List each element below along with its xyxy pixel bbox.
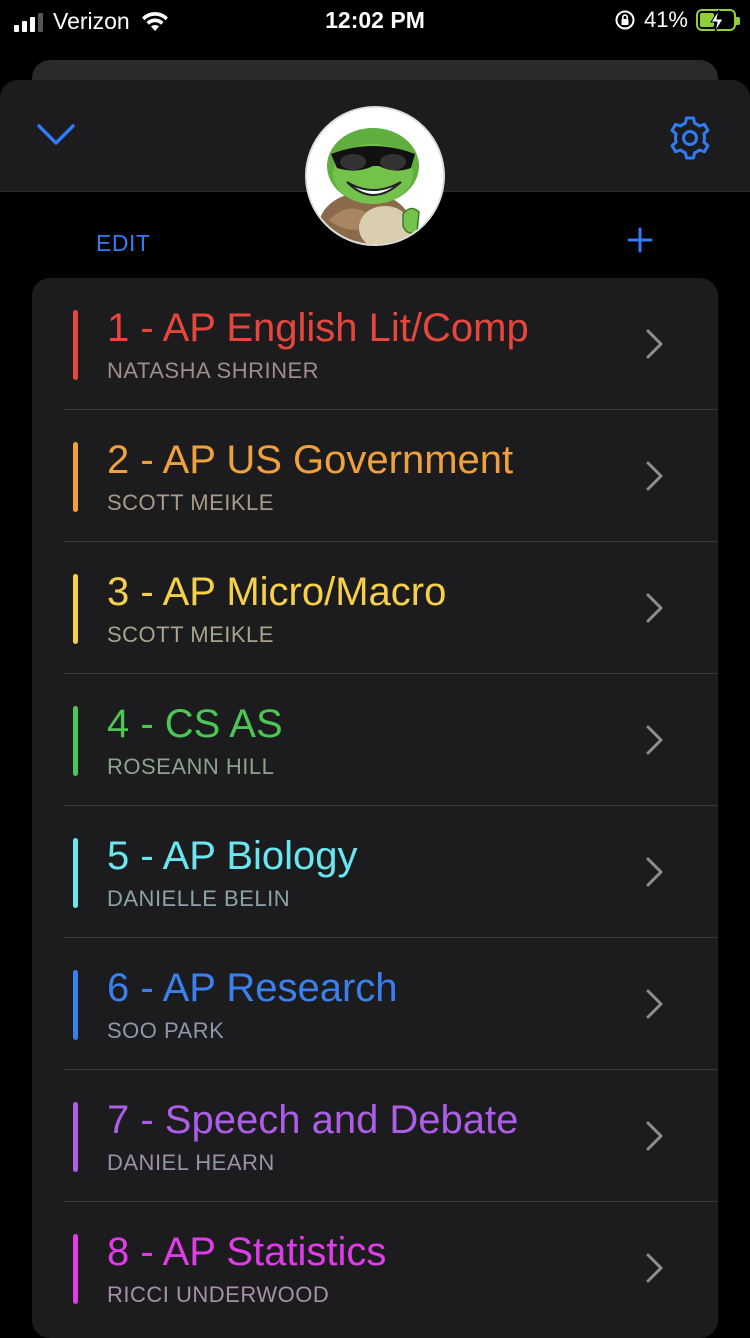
class-title: 3 - AP Micro/Macro: [107, 570, 447, 614]
class-title: 1 - AP English Lit/Comp: [107, 306, 529, 350]
chevron-right-icon: [646, 725, 663, 755]
class-teacher: SOO PARK: [107, 1018, 225, 1043]
class-title: 6 - AP Research: [107, 966, 398, 1010]
status-bar: Verizon 12:02 PM 41%: [0, 0, 750, 42]
chevron-right-icon: [646, 1253, 663, 1283]
class-teacher: NATASHA SHRINER: [107, 358, 320, 383]
status-right: 41%: [614, 7, 740, 33]
turtle-mascot-icon: [307, 108, 443, 244]
chevron-right-icon: [646, 461, 663, 491]
class-title: 8 - AP Statistics: [107, 1230, 387, 1274]
class-row[interactable]: 4 - CS AS ROSEANN HILL: [32, 674, 718, 806]
class-title: 2 - AP US Government: [107, 438, 514, 482]
class-color-bar: [73, 1102, 78, 1172]
class-color-bar: [73, 706, 78, 776]
chevron-right-icon: [646, 329, 663, 359]
gear-icon[interactable]: [666, 114, 714, 162]
class-color-bar: [73, 574, 78, 644]
class-title: 5 - AP Biology: [107, 834, 358, 878]
class-list: 1 - AP English Lit/Comp NATASHA SHRINER 2 …: [32, 278, 718, 1338]
class-color-bar: [73, 970, 78, 1040]
class-teacher: DANIELLE BELIN: [107, 886, 291, 911]
class-teacher: SCOTT MEIKLE: [107, 490, 274, 515]
class-title: 7 - Speech and Debate: [107, 1098, 519, 1142]
class-row[interactable]: 7 - Speech and Debate DANIEL HEARN: [32, 1070, 718, 1202]
classes-sheet: EDIT 1 - AP English Lit/Comp NATASHA SHRI…: [0, 80, 750, 1338]
class-row[interactable]: 2 - AP US Government SCOTT MEIKLE: [32, 410, 718, 542]
class-row[interactable]: 1 - AP English Lit/Comp NATASHA SHRINER: [32, 278, 718, 410]
class-row[interactable]: 5 - AP Biology DANIELLE BELIN: [32, 806, 718, 938]
class-color-bar: [73, 442, 78, 512]
rotation-lock-icon: [614, 9, 636, 31]
class-color-bar: [73, 1234, 78, 1304]
chevron-right-icon: [646, 1121, 663, 1151]
class-row[interactable]: 3 - AP Micro/Macro SCOTT MEIKLE: [32, 542, 718, 674]
class-teacher: DANIEL HEARN: [107, 1150, 275, 1175]
battery-percent: 41%: [643, 7, 688, 32]
chevron-right-icon: [646, 593, 663, 623]
edit-button[interactable]: EDIT: [96, 230, 150, 257]
chevron-right-icon: [646, 989, 663, 1019]
class-color-bar: [73, 838, 78, 908]
chevron-right-icon: [646, 857, 663, 887]
plus-icon[interactable]: [626, 226, 654, 254]
class-color-bar: [73, 310, 78, 380]
class-title: 4 - CS AS: [107, 702, 283, 746]
class-row[interactable]: 8 - AP Statistics RICCI UNDERWOOD: [32, 1202, 718, 1334]
class-teacher: RICCI UNDERWOOD: [107, 1282, 330, 1307]
battery-icon: [696, 9, 740, 33]
class-teacher: ROSEANN HILL: [107, 754, 275, 779]
class-row[interactable]: 6 - AP Research SOO PARK: [32, 938, 718, 1070]
chevron-down-icon[interactable]: [36, 122, 76, 148]
class-teacher: SCOTT MEIKLE: [107, 622, 274, 647]
avatar[interactable]: [305, 106, 445, 246]
